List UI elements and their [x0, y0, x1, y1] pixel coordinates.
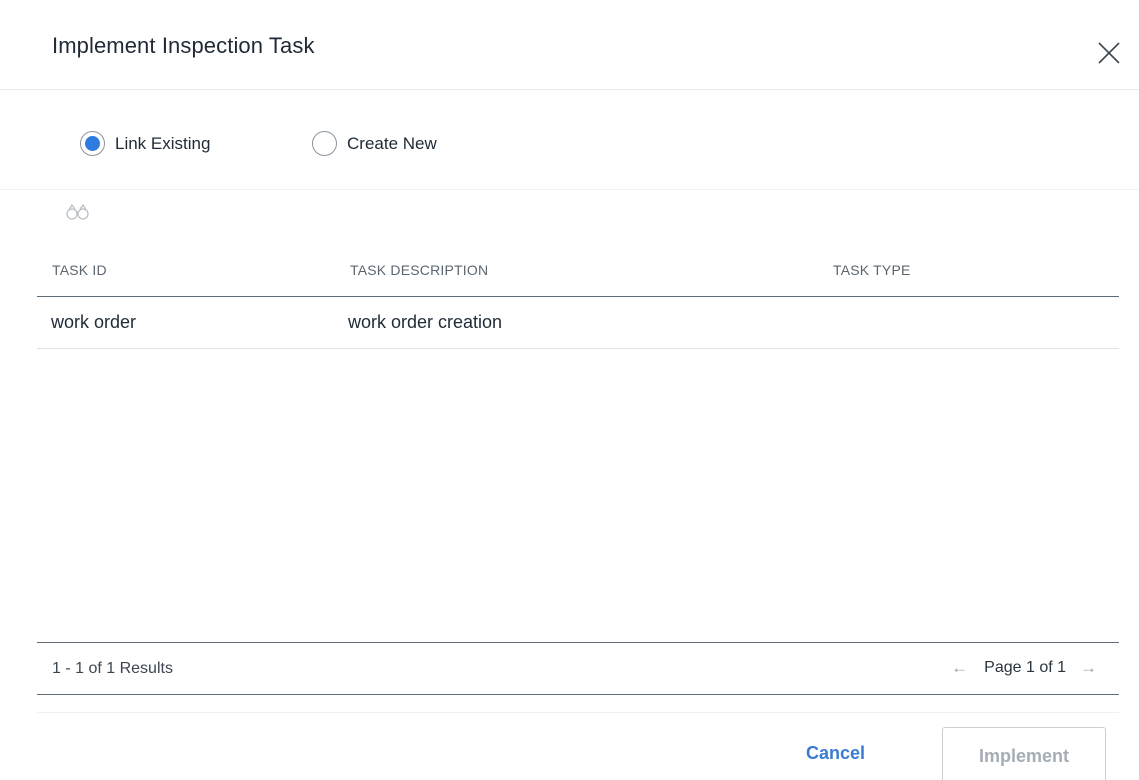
binoculars-icon[interactable] — [65, 203, 91, 221]
radio-link-existing[interactable]: Link Existing — [80, 131, 210, 156]
close-icon-svg — [1098, 42, 1120, 64]
implement-inspection-task-dialog: Implement Inspection Task Link Existing … — [0, 0, 1139, 780]
table-row[interactable]: work order work order creation — [37, 297, 1119, 349]
cell-task-id: work order — [51, 312, 137, 332]
footer-divider — [37, 712, 1119, 713]
page-indicator: Page 1 of 1 — [984, 659, 1066, 676]
implement-button[interactable]: Implement — [942, 727, 1106, 780]
results-count: 1 - 1 of 1 Results — [52, 660, 173, 677]
dialog-header: Implement Inspection Task — [0, 0, 1139, 90]
radio-create-new-label: Create New — [347, 133, 437, 153]
arrow-right-icon[interactable]: → — [1080, 658, 1097, 678]
close-icon[interactable] — [1093, 37, 1123, 67]
dialog-title: Implement Inspection Task — [52, 33, 315, 58]
radio-selected-icon[interactable] — [80, 131, 105, 156]
binoculars-icon-svg — [66, 203, 89, 220]
radio-create-new[interactable]: Create New — [312, 131, 437, 156]
radio-unselected-icon[interactable] — [312, 131, 337, 156]
column-header-task-id[interactable]: TASK ID — [52, 262, 107, 278]
mode-radio-group: Link Existing Create New — [0, 91, 1139, 190]
arrow-left-icon[interactable]: ← — [951, 658, 968, 678]
table-header: TASK ID TASK DESCRIPTION TASK TYPE — [37, 243, 1119, 297]
radio-link-existing-label: Link Existing — [115, 133, 211, 153]
column-header-task-description[interactable]: TASK DESCRIPTION — [350, 262, 488, 278]
pager-nav: ← Page 1 of 1 → — [951, 658, 1097, 678]
pagination-bar: 1 - 1 of 1 Results ← Page 1 of 1 → — [37, 642, 1119, 695]
column-header-task-type[interactable]: TASK TYPE — [833, 262, 911, 278]
cancel-button[interactable]: Cancel — [806, 743, 865, 764]
cell-task-description: work order creation — [348, 312, 503, 332]
